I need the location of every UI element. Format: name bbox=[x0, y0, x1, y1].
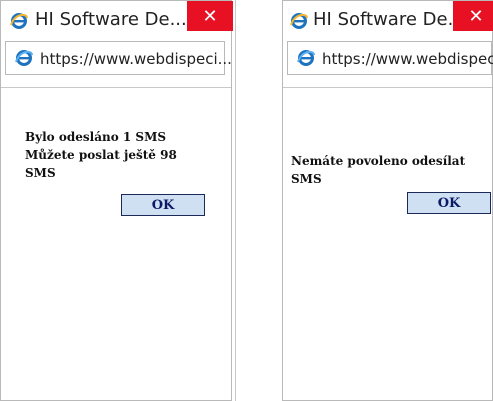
message-text: Nemáte povoleno odesílat SMS bbox=[291, 152, 492, 188]
title-bar[interactable]: HI Software De... ✕ bbox=[1, 1, 233, 39]
window-title: HI Software De... bbox=[313, 9, 465, 30]
popup-window-right: HI Software De... ✕ https://www.webdispe… bbox=[282, 0, 493, 401]
ok-button[interactable]: OK bbox=[407, 192, 491, 214]
ok-button[interactable]: OK bbox=[121, 194, 205, 216]
popup-window-left: HI Software De... ✕ https://www.webdispe… bbox=[0, 0, 233, 401]
message-line: Bylo odesláno 1 SMS bbox=[25, 130, 167, 144]
message-line: Můžete poslat ještě 98 bbox=[25, 148, 177, 162]
close-icon: ✕ bbox=[202, 5, 218, 27]
message-text: Bylo odesláno 1 SMS Můžete poslat ještě … bbox=[25, 128, 177, 182]
message-line: Nemáte povoleno odesílat SMS bbox=[291, 154, 466, 186]
dialog-content: Nemáte povoleno odesílat SMS OK bbox=[283, 87, 492, 400]
close-button[interactable]: ✕ bbox=[187, 1, 233, 31]
title-bar[interactable]: HI Software De... ✕ bbox=[283, 1, 493, 39]
ie-icon bbox=[297, 50, 315, 66]
ie-icon bbox=[15, 50, 33, 66]
close-icon: ✕ bbox=[468, 5, 484, 27]
message-line: SMS bbox=[25, 166, 56, 180]
url-text: https://www.webdispeci... bbox=[40, 50, 232, 68]
ie-icon bbox=[290, 13, 308, 29]
url-text: https://www.webdispeci... bbox=[322, 50, 493, 68]
address-bar[interactable]: https://www.webdispeci... bbox=[287, 41, 493, 75]
ie-icon bbox=[10, 13, 28, 29]
close-button[interactable]: ✕ bbox=[453, 1, 493, 31]
dialog-content: Bylo odesláno 1 SMS Můžete poslat ještě … bbox=[1, 87, 231, 400]
window-title: HI Software De... bbox=[35, 9, 187, 30]
screen-divider bbox=[235, 0, 236, 401]
address-bar[interactable]: https://www.webdispeci... bbox=[5, 41, 232, 75]
